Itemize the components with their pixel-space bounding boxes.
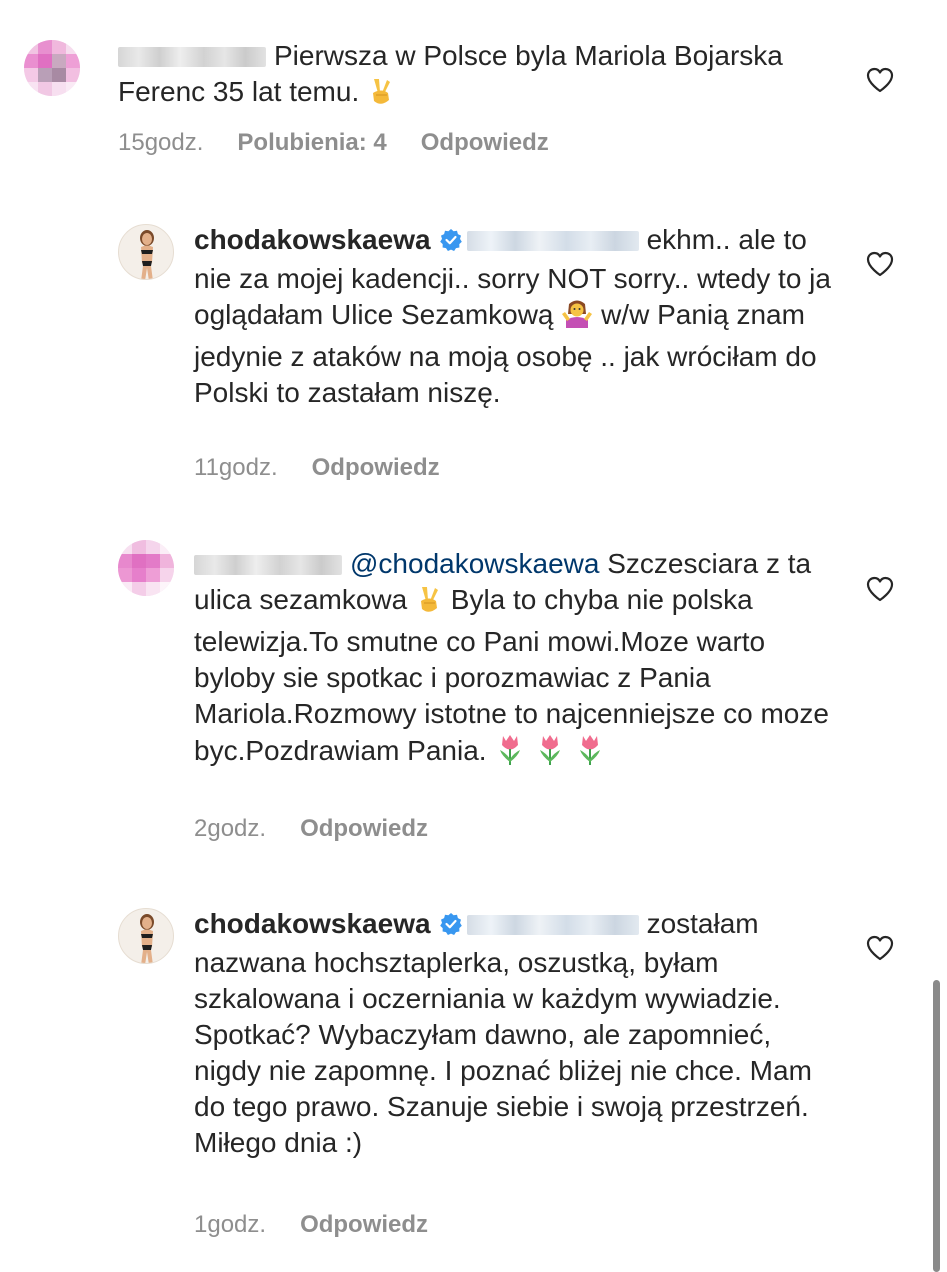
comment-time: 2godz. <box>194 815 267 842</box>
avatar-chodakowskaewa[interactable] <box>118 908 174 964</box>
victory-hand-emoji <box>415 585 443 624</box>
scrollbar-thumb[interactable] <box>933 980 940 1272</box>
comment-meta: 2godz. Odpowiedz <box>194 815 462 843</box>
reply-button[interactable]: Odpowiedz <box>312 454 440 481</box>
avatar-blurred[interactable] <box>118 540 174 596</box>
tulip-emoji <box>494 732 526 775</box>
comment-body: @chodakowskaewa Szczesciara z ta ulica s… <box>194 546 834 775</box>
tulip-emoji <box>574 732 606 775</box>
reply-button[interactable]: Odpowiedz <box>300 815 428 842</box>
shrug-emoji <box>561 298 593 339</box>
blurred-username[interactable] <box>118 47 266 67</box>
tulip-emoji <box>534 732 566 775</box>
comment-body: chodakowskaewa zostałam nazwana hochsztap… <box>194 906 834 1161</box>
avatar-chodakowskaewa[interactable] <box>118 224 174 280</box>
comment-meta: 11godz. Odpowiedz <box>194 454 474 482</box>
reply-button[interactable]: Odpowiedz <box>300 1211 428 1238</box>
blurred-username[interactable] <box>194 555 342 575</box>
mention-link[interactable]: @chodakowskaewa <box>350 548 599 579</box>
comment-time: 1godz. <box>194 1211 267 1238</box>
verified-badge-icon <box>439 225 463 261</box>
heart-outline-icon[interactable] <box>866 67 894 93</box>
victory-hand-emoji <box>367 77 395 116</box>
comment-text: zostałam nazwana hochsztaplerka, oszustk… <box>194 908 812 1158</box>
heart-outline-icon[interactable] <box>866 935 894 961</box>
comment-body: chodakowskaewa ekhm.. ale to nie za mojej… <box>194 222 834 411</box>
comment-body: Pierwsza w Polsce byla Mariola Bojarska … <box>118 38 838 116</box>
heart-outline-icon[interactable] <box>866 576 894 602</box>
blurred-mention[interactable] <box>466 231 639 251</box>
verified-badge-icon <box>439 909 463 945</box>
blurred-mention[interactable] <box>466 915 639 935</box>
comment-meta: 1godz. Odpowiedz <box>194 1211 462 1239</box>
avatar-blurred[interactable] <box>24 40 80 96</box>
username-link[interactable]: chodakowskaewa <box>194 224 431 255</box>
username-link[interactable]: chodakowskaewa <box>194 908 431 939</box>
comment-meta: 15godz. Polubienia: 4 Odpowiedz <box>118 129 583 157</box>
reply-button[interactable]: Odpowiedz <box>421 129 549 156</box>
comment-time: 11godz. <box>194 454 278 481</box>
likes-count-link[interactable]: Polubienia: 4 <box>237 129 386 156</box>
comment-time: 15godz. <box>118 129 204 156</box>
heart-outline-icon[interactable] <box>866 251 894 277</box>
